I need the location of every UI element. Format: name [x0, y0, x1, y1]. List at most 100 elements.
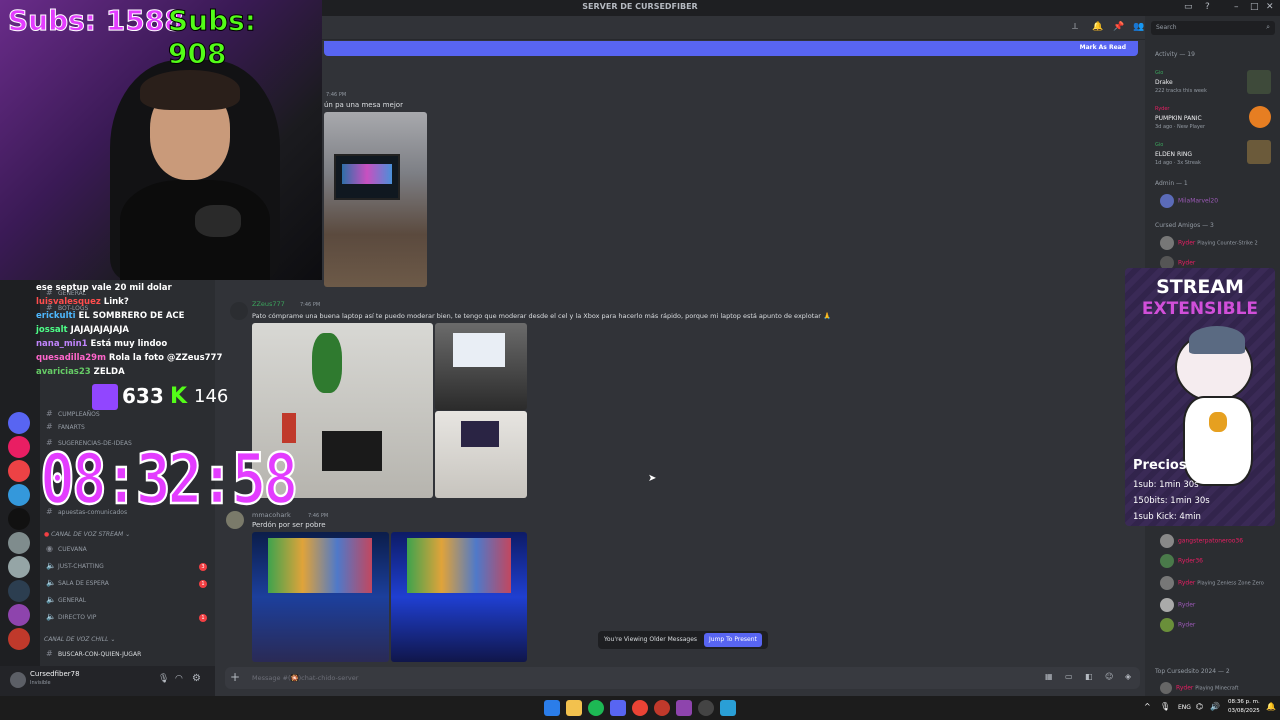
voice-channel-item[interactable]: 🔈 SALA DE ESPERA	[46, 577, 109, 589]
avatar	[1160, 682, 1172, 694]
channel-item[interactable]: # BUSCAR-CON-QUIEN-JUGAR	[46, 648, 141, 660]
discord-icon[interactable]	[610, 700, 626, 716]
close-button[interactable]: ✕	[1266, 2, 1274, 12]
microphone-icon[interactable]: 🎙	[158, 674, 169, 684]
activity-sub: 1d ago · 3x Streak	[1155, 160, 1201, 166]
help-icon[interactable]: ?	[1205, 2, 1210, 12]
member-item[interactable]: Ryder Playing Minecraft	[1160, 682, 1238, 694]
mark-as-read-button[interactable]: Mark As Read	[1080, 44, 1126, 51]
member-item[interactable]: gangsterpatoneroo36	[1160, 534, 1243, 548]
message-image[interactable]	[324, 112, 427, 287]
headphones-icon[interactable]: ◠	[175, 674, 183, 684]
activity-sub: 222 tracks this week	[1155, 88, 1207, 94]
app-icon[interactable]	[676, 700, 692, 716]
volume-icon[interactable]: 🔊	[1210, 702, 1220, 711]
member-item[interactable]: MilaMarvel20	[1160, 194, 1218, 208]
chevron-up-icon[interactable]: ^	[1144, 702, 1151, 711]
server-icon[interactable]	[8, 532, 30, 554]
chat-line: luisvalesquez Link?	[36, 297, 129, 307]
member-item[interactable]: Ryder Playing Zenless Zone Zero	[1160, 576, 1264, 590]
chill-category[interactable]: CANAL DE VOZ CHILL ⌄	[44, 636, 115, 643]
inbox-icon[interactable]: ▭	[1184, 2, 1193, 12]
server-icon[interactable]	[8, 412, 30, 434]
message-author[interactable]: ZZeus777	[252, 300, 285, 308]
message-image[interactable]	[391, 532, 527, 662]
server-icon[interactable]	[8, 628, 30, 650]
maximize-button[interactable]: □	[1250, 2, 1259, 12]
steam-icon[interactable]	[698, 700, 714, 716]
clock-date[interactable]: 03/08/2025	[1228, 708, 1260, 714]
server-icon[interactable]	[8, 556, 30, 578]
file-explorer-icon[interactable]	[566, 700, 582, 716]
threads-icon[interactable]: ⟂	[1072, 22, 1078, 32]
activity-user: Gio	[1155, 70, 1164, 76]
member-item[interactable]: Ryder	[1160, 598, 1195, 612]
clock-time[interactable]: 08:36 p. m.	[1228, 699, 1260, 705]
bell-icon[interactable]: 🔔	[1092, 22, 1103, 32]
voice-category[interactable]: ● CANAL DE VOZ STREAM ⌄	[44, 531, 130, 538]
gift-icon[interactable]: ▦	[1045, 672, 1053, 681]
server-icon[interactable]	[8, 508, 30, 530]
server-icon[interactable]	[8, 460, 30, 482]
avatar[interactable]	[10, 672, 26, 688]
twitch-viewers: 633	[122, 384, 164, 408]
spotify-icon[interactable]	[588, 700, 604, 716]
app-icon[interactable]	[654, 700, 670, 716]
add-attachment-button[interactable]: +	[230, 670, 240, 684]
mouse-cursor: ➤	[648, 473, 657, 484]
jump-to-present-button[interactable]: Jump To Present	[704, 633, 762, 647]
user-panel: Cursedfiber78 Invisible 🎙 ◠ ⚙	[0, 666, 215, 696]
start-icon[interactable]	[544, 700, 560, 716]
top-header: Top Cursedsito 2024 — 2	[1155, 668, 1230, 675]
speaker-icon: 🔈	[46, 578, 56, 587]
emoji-icon[interactable]: ☺	[1105, 672, 1113, 681]
language-indicator[interactable]: ENG	[1178, 704, 1191, 711]
member-item[interactable]: Ryder36	[1160, 554, 1203, 568]
minimize-button[interactable]: –	[1234, 2, 1239, 12]
tv-screen	[334, 154, 400, 200]
gif-icon[interactable]: ▭	[1065, 672, 1073, 681]
price-line: 1sub Kick: 4min	[1133, 512, 1201, 522]
apps-icon[interactable]: ◈	[1125, 672, 1131, 681]
server-icon[interactable]	[8, 604, 30, 626]
new-messages-bar[interactable]: Mark As Read	[324, 41, 1138, 56]
network-icon[interactable]: ⌬	[1196, 702, 1203, 711]
search-input[interactable]: Search ⌕	[1151, 21, 1275, 35]
chrome-icon[interactable]	[632, 700, 648, 716]
activity-title[interactable]: PUMPKIN PANIC	[1155, 115, 1202, 122]
channel-item[interactable]: # CUMPLEAÑOS	[46, 408, 100, 420]
server-icon[interactable]	[8, 484, 30, 506]
promo-subtitle: EXTENSIBLE	[1141, 299, 1259, 319]
voice-channel-item[interactable]: 🔈 JUST-CHATTING	[46, 560, 104, 572]
message-image[interactable]	[435, 411, 527, 498]
pin-icon[interactable]: 📌	[1113, 22, 1124, 32]
activity-title[interactable]: Drake	[1155, 79, 1173, 86]
voice-channel-item[interactable]: 🔈 GENERAL	[46, 594, 86, 606]
member-item[interactable]: Ryder	[1160, 618, 1195, 632]
gear-icon[interactable]: ⚙	[192, 673, 201, 684]
subs-counter-left: Subs: 1588	[8, 4, 185, 38]
microphone-tray-icon[interactable]: 🎙	[1160, 702, 1170, 711]
avatar	[1160, 554, 1174, 568]
channel-item[interactable]: # FANARTS	[46, 421, 85, 433]
sticker-icon[interactable]: ◧	[1085, 672, 1093, 681]
unread-badge: 1	[199, 580, 207, 588]
members-icon[interactable]: 👥	[1133, 22, 1144, 32]
chat-line: nana_min1 Está muy lindoo	[36, 339, 168, 349]
voice-channel-item[interactable]: ◉ CUEVANA	[46, 543, 87, 555]
stream-timer: 08:32:58	[39, 437, 299, 521]
voice-channel-item[interactable]: 🔈 DIRECTO VIP	[46, 611, 96, 623]
message-image[interactable]	[435, 323, 527, 410]
activity-thumbnail	[1249, 106, 1271, 128]
notification-icon[interactable]: 🔔	[1266, 702, 1276, 711]
server-icon[interactable]	[8, 580, 30, 602]
activity-user: Ryder	[1155, 106, 1170, 112]
message-image[interactable]	[252, 532, 389, 662]
message-input[interactable]: Message #(🎇)chat-chido-server	[252, 674, 358, 682]
server-icon[interactable]	[8, 436, 30, 458]
price-line: 1sub: 1min 30s	[1133, 480, 1199, 490]
telegram-icon[interactable]	[720, 700, 736, 716]
activity-title[interactable]: ELDEN RING	[1155, 151, 1192, 158]
message-composer[interactable]: + Message #(🎇)chat-chido-server ▦ ▭ ◧ ☺ …	[225, 667, 1140, 689]
member-item[interactable]: Ryder Playing Counter-Strike 2	[1160, 236, 1258, 250]
